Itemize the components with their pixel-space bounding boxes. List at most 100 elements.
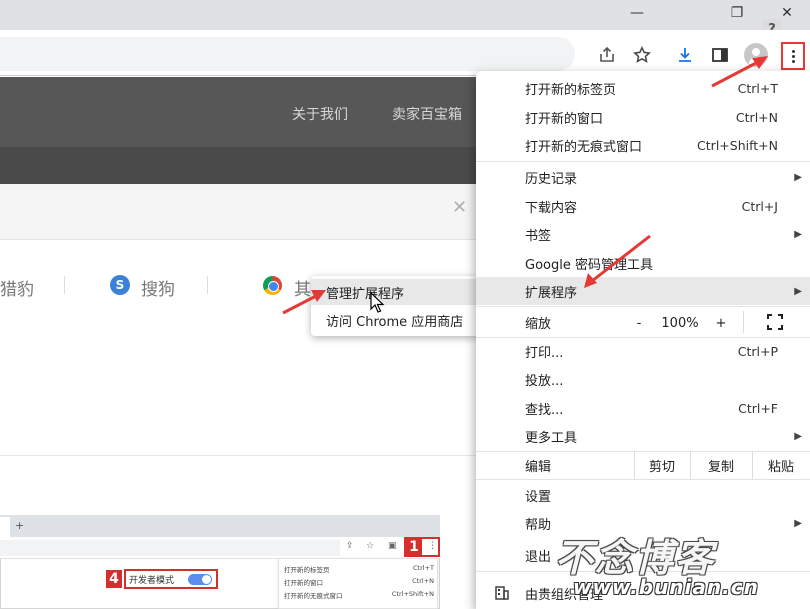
address-bar[interactable]	[0, 37, 575, 71]
mouse-cursor-icon	[370, 292, 385, 313]
menu-item-label: 打开新的无痕式窗口	[525, 139, 643, 155]
menu-item-label: Google 密码管理工具	[525, 257, 653, 273]
edit-cut-button[interactable]: 剪切	[634, 452, 690, 478]
mini-star-icon: ☆	[366, 541, 375, 551]
chrome-icon	[263, 276, 282, 295]
watermark-title: 不念博客	[555, 536, 716, 580]
sogou-icon: S	[110, 275, 130, 295]
menu-item-label: 历史记录	[525, 171, 578, 187]
step-badge-4: 4	[106, 570, 122, 588]
divider	[64, 276, 65, 294]
nav-link-seller-tools[interactable]: 卖家百宝箱	[392, 104, 462, 124]
menu-item-find[interactable]: 查找... Ctrl+F	[476, 394, 810, 422]
profile-avatar[interactable]	[744, 43, 768, 67]
mini-dev-toggle	[188, 574, 212, 585]
divider	[207, 276, 208, 294]
menu-divider	[476, 161, 810, 162]
submenu-manage-extensions[interactable]: 管理扩展程序	[311, 279, 479, 305]
menu-item-bookmarks[interactable]: 书签 ▶	[476, 220, 810, 248]
settings-panel	[0, 184, 476, 240]
engine-liebao[interactable]: 猎豹	[0, 275, 34, 300]
menu-item-shortcut: Ctrl+P	[737, 343, 778, 359]
step-badge-1: 1	[406, 538, 422, 556]
submenu-chrome-web-store[interactable]: 访问 Chrome 应用商店	[311, 307, 479, 333]
kebab-dot-icon	[791, 59, 795, 63]
menu-item-new-window[interactable]: 打开新的窗口 Ctrl+N	[476, 103, 810, 131]
mini-new-tab-icon: +	[15, 519, 25, 532]
menu-item-extensions[interactable]: 扩展程序 ▶	[476, 277, 810, 305]
edit-paste-button[interactable]: 粘贴	[752, 452, 810, 478]
mini-panel-icon: ▣	[388, 541, 397, 551]
zoom-out-button[interactable]: -	[622, 309, 656, 337]
mini-menu-label: 打开新的无痕式窗口	[284, 592, 343, 600]
watermark-url: www.bunian.cn	[573, 575, 759, 599]
menu-item-shortcut: Ctrl+Shift+N	[697, 137, 778, 153]
menu-item-shortcut: Ctrl+J	[741, 198, 778, 214]
menu-item-shortcut: Ctrl+T	[737, 80, 778, 96]
menu-item-label: 打印...	[525, 345, 564, 361]
menu-item-label: 书签	[525, 228, 552, 244]
menu-item-shortcut: Ctrl+N	[735, 109, 778, 125]
menu-divider	[476, 479, 810, 480]
menu-item-history[interactable]: 历史记录 ▶	[476, 163, 810, 191]
menu-item-label: 设置	[525, 489, 552, 505]
chrome-menu-button[interactable]	[781, 42, 805, 70]
menu-item-print[interactable]: 打印... Ctrl+P	[476, 337, 810, 365]
minimize-button[interactable]: —	[614, 0, 660, 26]
mini-menu-row: 打开新的标签页 Ctrl+T	[284, 564, 434, 574]
menu-item-label: 帮助	[525, 517, 552, 533]
site-subheader	[0, 147, 476, 184]
kebab-dot-icon	[791, 54, 795, 58]
divider	[0, 455, 476, 456]
mini-dev-label: 开发者模式	[129, 575, 175, 586]
mini-address-bar	[0, 540, 340, 556]
title-bar	[0, 0, 810, 30]
menu-item-label: 编辑	[525, 459, 552, 475]
mini-menu-shortcut: Ctrl+T	[413, 564, 434, 572]
mini-tab	[0, 517, 10, 537]
menu-item-label: 打开新的窗口	[525, 111, 604, 127]
menu-item-shortcut: Ctrl+F	[738, 400, 778, 416]
bookmark-star-icon[interactable]	[631, 44, 653, 66]
mini-share-icon: ⇪	[346, 541, 354, 551]
engine-other[interactable]: 其	[294, 275, 311, 300]
mini-menu-row: 打开新的窗口 Ctrl+N	[284, 577, 434, 587]
zoom-in-button[interactable]: +	[704, 309, 738, 337]
menu-item-cast[interactable]: 投放...	[476, 365, 810, 393]
zoom-level: 100%	[661, 315, 699, 331]
menu-divider	[476, 306, 810, 307]
menu-item-label: 打开新的标签页	[525, 82, 617, 98]
engine-sogou[interactable]: 搜狗	[141, 275, 175, 300]
share-icon[interactable]	[596, 44, 618, 66]
mini-menu-shortcut: Ctrl+N	[412, 577, 434, 585]
menu-item-downloads[interactable]: 下载内容 Ctrl+J	[476, 192, 810, 220]
mini-tab-strip	[0, 515, 440, 537]
menu-item-label: 退出	[525, 549, 552, 565]
kebab-dot-icon	[791, 49, 795, 53]
menu-item-new-tab[interactable]: 打开新的标签页 Ctrl+T	[476, 74, 810, 102]
chevron-right-icon: ▶	[794, 517, 802, 529]
menu-item-more-tools[interactable]: 更多工具 ▶	[476, 422, 810, 450]
chevron-right-icon: ▶	[794, 171, 802, 183]
menu-item-new-incognito[interactable]: 打开新的无痕式窗口 Ctrl+Shift+N	[476, 131, 810, 159]
fullscreen-icon[interactable]	[767, 314, 783, 330]
menu-item-label: 查找...	[525, 402, 564, 418]
mini-menu-shortcut: Ctrl+Shift+N	[391, 590, 434, 598]
download-icon[interactable]	[674, 44, 696, 66]
edit-copy-button[interactable]: 复制	[690, 452, 752, 478]
mini-menu-row: 打开新的无痕式窗口 Ctrl+Shift+N	[284, 590, 434, 600]
side-panel-icon[interactable]	[709, 44, 731, 66]
restore-button[interactable]: ❐	[714, 0, 760, 26]
mini-menu-label: 打开新的标签页	[284, 566, 330, 574]
close-icon[interactable]: ✕	[452, 197, 467, 218]
chevron-right-icon: ▶	[794, 285, 802, 297]
menu-item-settings[interactable]: 设置	[476, 481, 810, 509]
chevron-right-icon: ▶	[794, 228, 802, 240]
menu-item-password-manager[interactable]: Google 密码管理工具	[476, 249, 810, 277]
menu-item-label: 缩放	[525, 316, 552, 332]
divider	[743, 311, 744, 333]
mini-menu-label: 打开新的窗口	[284, 579, 323, 587]
menu-item-label: 扩展程序	[525, 285, 578, 301]
nav-link-about[interactable]: 关于我们	[292, 104, 348, 124]
chevron-right-icon: ▶	[794, 430, 802, 442]
